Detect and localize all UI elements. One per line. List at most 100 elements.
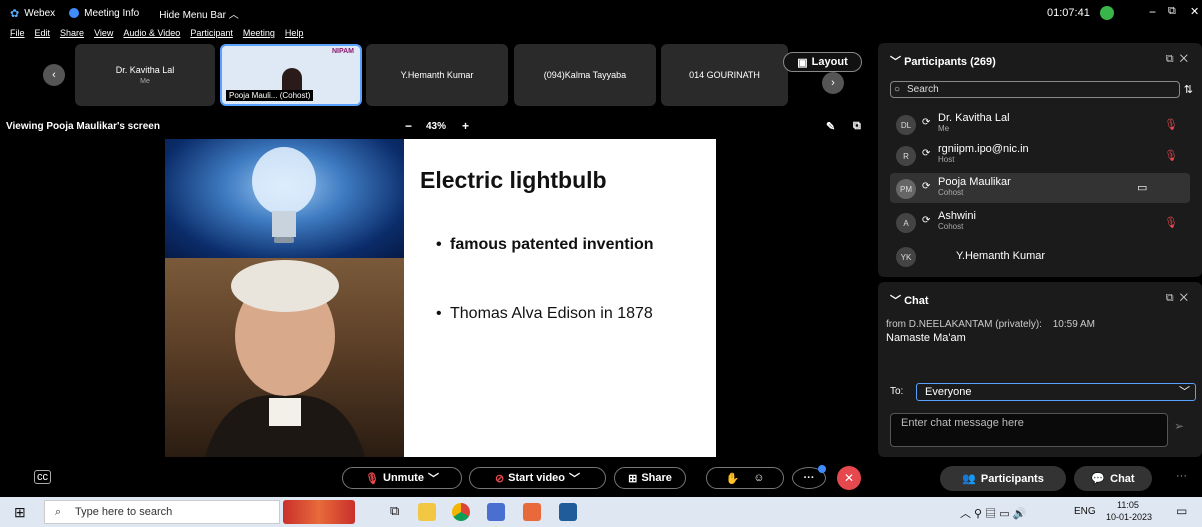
notification-dot [818,465,826,473]
thumbnail-pooja[interactable]: NIPAM Pooja Mauli... (Cohost) [220,44,362,106]
audio-icon: ⟳ [922,148,931,159]
zoom-level: 43% [426,121,447,132]
more-icon: ··· [803,472,815,484]
hide-menu-button[interactable]: Hide Menu Bar ︿ [159,6,238,21]
menu-meeting[interactable]: Meeting [243,28,275,38]
language-indicator[interactable]: ENG [1074,506,1096,517]
participant-row[interactable]: YK Y.Hemanth Kumar [890,241,1190,271]
slide-bullet: Thomas Alva Edison in 1878 [436,304,690,324]
taskbar-search-input[interactable]: ⌕ Type here to search [44,500,280,524]
shared-slide: Electric lightbulb famous patented inven… [165,139,716,457]
chat-message-text: Namaste Ma'am [886,332,966,344]
chrome-icon[interactable] [452,503,470,521]
thumbnail-hemanth[interactable]: Y.Hemanth Kumar [366,44,508,106]
chat-time: 10:59 AM [1052,319,1095,330]
menu-view[interactable]: View [94,28,113,38]
thumbnail-sub: Me [140,78,150,85]
share-button[interactable]: ⊞ Share [614,467,686,489]
thumbnail-prev-button[interactable]: ‹ [43,64,65,86]
start-video-label: Start video [508,472,566,484]
windows-start-icon[interactable]: ⊞ [14,504,26,521]
participants-button-label: Participants [980,472,1044,485]
menu-audio-video[interactable]: Audio & Video [123,28,180,38]
menu-file[interactable]: File [10,28,25,38]
chat-button-label: Chat [1110,472,1135,485]
sort-icon[interactable]: ⇅ [1184,83,1193,96]
search-placeholder: Search [907,84,939,95]
recording-status-icon [1100,6,1114,20]
chat-message: from D.NEELAKANTAM (privately): 10:59 AM [886,319,1095,330]
zoom-out-button[interactable]: − [405,119,412,133]
panel-controls[interactable]: ⧉✕ [1166,292,1194,305]
clock-date[interactable]: 10-01-2023 [1106,512,1152,522]
more-panels-button[interactable]: ··· [1176,470,1187,482]
thumbnail-kavitha[interactable]: Dr. Kavitha Lal Me [75,44,215,106]
thumbnail-next-button[interactable]: › [822,72,844,94]
close-button[interactable]: ✕ [1190,5,1199,18]
leave-meeting-button[interactable]: ✕ [837,466,861,490]
participant-row[interactable]: PM ⟳ Pooja Maulikar Cohost ▭ [890,173,1190,203]
participant-row[interactable]: A ⟳ Ashwini Cohost 🎙 [890,207,1190,237]
file-explorer-icon[interactable] [418,503,436,521]
document-app-icon[interactable] [487,503,505,521]
task-view-icon[interactable]: ⧉ [390,503,399,519]
collapse-icon: ﹀ [890,56,905,68]
image-app-icon[interactable] [523,503,541,521]
menu-participant[interactable]: Participant [190,28,233,38]
share-label: Share [641,472,672,484]
chat-input[interactable]: Enter chat message here [890,413,1168,447]
menu-share[interactable]: Share [60,28,84,38]
mic-muted-icon[interactable]: 🎙 [1164,118,1178,131]
menu-help[interactable]: Help [285,28,304,38]
collapse-icon: ﹀ [890,295,905,307]
menu-edit[interactable]: Edit [35,28,51,38]
clock-time[interactable]: 11:05 [1117,500,1139,510]
thumbnail-gourinath[interactable]: 014 GOURINATH [661,44,788,106]
thumbnail-kalma[interactable]: (094)Kalma Tayyaba [514,44,656,106]
minimize-button[interactable]: − [1149,5,1156,19]
panel-controls[interactable]: ⧉✕ [1166,53,1194,66]
recipient-select[interactable]: Everyone ﹀ [916,383,1196,401]
meeting-info-button[interactable]: Meeting Info [69,8,139,19]
train-widget-icon[interactable] [283,500,355,524]
chevron-down-icon: ﹀ [1179,386,1190,398]
meeting-timer: 01:07:41 [1047,7,1090,19]
participants-button[interactable]: 👥 Participants [940,466,1066,491]
avatar: DL [896,115,916,135]
participants-title: Participants (269) [904,56,996,68]
participant-name: Dr. Kavitha Lal [938,112,1010,124]
participant-row[interactable]: DL ⟳ Dr. Kavitha Lal Me 🎙 [890,109,1190,139]
chat-panel: ﹀ Chat ⧉✕ from D.NEELAKANTAM (privately)… [878,282,1202,457]
notification-icon[interactable]: ▭ [1176,504,1187,518]
chevron-down-icon: ﹀ [427,473,439,485]
participants-header[interactable]: ﹀ Participants (269) [890,53,996,69]
tray-icons[interactable]: ︿ ⚲ ▤ ▭ 🔊 [960,505,1026,521]
start-video-button[interactable]: ⊘ Start video ﹀ [469,467,606,489]
participant-search-input[interactable]: ○ Search [890,81,1180,98]
participant-row[interactable]: R ⟳ rgniipm.ipo@nic.in Host 🎙 [890,140,1190,170]
thumbnail-name: Y.Hemanth Kumar [400,70,474,80]
meeting-info-label: Meeting Info [84,7,140,19]
annotate-icon[interactable]: ✎ [826,120,835,133]
popout-icon[interactable]: ⧉ [853,120,861,133]
search-icon: ○ [894,84,901,95]
webex-taskbar-icon[interactable] [559,503,577,521]
screen-share-icon: ▭ [1137,182,1148,194]
captions-icon[interactable]: cc [34,470,51,484]
zoom-in-button[interactable]: + [462,119,469,133]
mic-muted-icon[interactable]: 🎙 [1164,149,1178,162]
mic-muted-icon[interactable]: 🎙 [1164,216,1178,229]
layout-button[interactable]: ▣ Layout [783,52,862,72]
restore-button[interactable]: ⧉ [1168,5,1176,18]
participants-icon: 👥 [962,473,976,485]
unmute-button[interactable]: 🎙 Unmute ﹀ [342,467,462,489]
audio-icon: ⟳ [922,181,931,192]
send-icon[interactable]: ➢ [1174,419,1184,433]
portrait-icon [205,260,365,457]
thumbnail-name: Dr. Kavitha Lal [115,65,175,75]
reactions-button[interactable]: ✋ ☺ [706,467,784,489]
webex-app[interactable]: ✿ Webex [10,7,55,20]
search-icon: ⌕ [55,506,62,518]
chat-header[interactable]: ﹀ Chat [890,292,929,308]
chat-button[interactable]: 💬 Chat [1074,466,1152,491]
